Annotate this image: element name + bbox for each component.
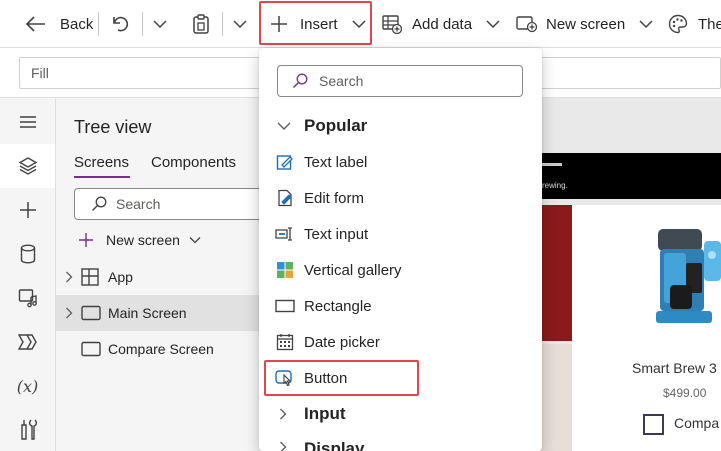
search-icon bbox=[292, 73, 308, 89]
clipboard-icon bbox=[192, 14, 210, 34]
chevron-down-icon bbox=[639, 19, 653, 29]
product-price: $499.00 bbox=[663, 386, 707, 400]
chevron-right-icon bbox=[279, 408, 287, 420]
back-button[interactable]: Back bbox=[26, 0, 93, 48]
database-icon bbox=[20, 244, 36, 264]
text-label-icon bbox=[275, 152, 295, 172]
advanced-tools-rail-button[interactable] bbox=[0, 408, 55, 451]
rectangle-icon bbox=[275, 296, 295, 316]
media-rail-button[interactable] bbox=[0, 276, 55, 320]
product-image bbox=[540, 344, 572, 451]
vertical-gallery-icon bbox=[275, 260, 295, 280]
variables-icon: (x) bbox=[16, 376, 39, 396]
chevron-down-icon bbox=[233, 19, 247, 29]
power-automate-rail-button[interactable] bbox=[0, 320, 55, 364]
menu-item-edit-form[interactable]: Edit form bbox=[259, 180, 542, 216]
tab-components[interactable]: Components bbox=[151, 154, 236, 171]
button-highlight bbox=[264, 360, 419, 396]
panel-title: Tree view bbox=[74, 117, 152, 137]
date-picker-icon bbox=[275, 332, 295, 352]
toolbar-divider bbox=[222, 12, 223, 36]
insert-search-placeholder: Search bbox=[319, 73, 364, 89]
tree-view-panel: Tree view Screens Components Search New … bbox=[56, 98, 260, 451]
compare-checkbox[interactable] bbox=[643, 414, 664, 435]
menu-item-text-label[interactable]: Text label bbox=[259, 144, 542, 180]
tools-icon bbox=[19, 419, 37, 441]
data-rail-button[interactable] bbox=[0, 232, 55, 276]
command-bar: Back Insert Add data New screen The bbox=[0, 0, 721, 48]
plus-icon bbox=[78, 232, 94, 248]
palette-icon bbox=[668, 14, 688, 34]
text-input-icon bbox=[275, 224, 295, 244]
insert-menu: Search Popular Text label Edit form Text… bbox=[259, 48, 542, 451]
menu-item-date-picker[interactable]: Date picker bbox=[259, 324, 542, 360]
tree-search-input[interactable]: Search bbox=[74, 188, 260, 220]
tree-item-compare-screen[interactable]: Compare Screen bbox=[56, 331, 260, 367]
back-arrow-icon bbox=[26, 16, 46, 32]
menu-item-vertical-gallery[interactable]: Vertical gallery bbox=[259, 252, 542, 288]
input-group-header[interactable]: Input bbox=[259, 396, 542, 432]
new-screen-button[interactable]: New screen bbox=[516, 0, 653, 48]
power-automate-icon bbox=[17, 333, 38, 351]
media-icon bbox=[18, 288, 38, 308]
insert-search-input[interactable]: Search bbox=[277, 65, 523, 97]
chevron-right-icon bbox=[65, 307, 73, 319]
left-rail: (x) bbox=[0, 98, 56, 451]
theme-button[interactable]: The bbox=[668, 0, 721, 48]
popular-group-header[interactable]: Popular bbox=[259, 108, 542, 144]
variables-rail-button[interactable]: (x) bbox=[0, 364, 55, 408]
menu-item-text-input[interactable]: Text input bbox=[259, 216, 542, 252]
undo-button[interactable] bbox=[112, 0, 130, 48]
display-group-header[interactable]: Display bbox=[259, 431, 542, 451]
tree-item-app[interactable]: App bbox=[56, 259, 260, 295]
paste-button[interactable] bbox=[192, 0, 210, 48]
toolbar-divider bbox=[142, 12, 143, 36]
product-card: Smart Brew 3 $499.00 Compa bbox=[572, 205, 721, 451]
product-name: Smart Brew 3 bbox=[632, 360, 717, 376]
screen-icon bbox=[81, 341, 101, 357]
chevron-right-icon bbox=[65, 271, 73, 283]
tree-item-main-screen[interactable]: Main Screen bbox=[56, 295, 260, 331]
paste-dropdown-button[interactable] bbox=[233, 0, 247, 48]
add-data-button[interactable]: Add data bbox=[382, 0, 500, 48]
menu-item-rectangle[interactable]: Rectangle bbox=[259, 288, 542, 324]
chevron-right-icon bbox=[279, 441, 287, 451]
app-preview-header-text: rewing. bbox=[542, 181, 568, 190]
layers-icon bbox=[18, 156, 38, 176]
tab-screens[interactable]: Screens bbox=[74, 154, 129, 171]
plus-icon bbox=[19, 201, 37, 219]
undo-dropdown-button[interactable] bbox=[153, 0, 167, 48]
insert-highlight bbox=[259, 1, 372, 45]
screen-icon bbox=[81, 305, 101, 321]
chevron-down-icon bbox=[153, 19, 167, 29]
search-icon bbox=[91, 196, 107, 212]
tree-view-button[interactable] bbox=[0, 144, 55, 188]
toolbar-divider bbox=[98, 12, 99, 36]
coffee-machine-image bbox=[650, 223, 721, 348]
new-screen-link[interactable]: New screen bbox=[78, 230, 201, 250]
database-add-icon bbox=[382, 14, 402, 34]
compare-label: Compa bbox=[674, 415, 720, 431]
active-tab-indicator bbox=[74, 176, 130, 178]
app-logo-fragment bbox=[542, 163, 562, 166]
chevron-down-icon bbox=[189, 236, 201, 244]
new-screen-icon bbox=[516, 15, 538, 33]
chevron-down-icon bbox=[486, 19, 500, 29]
product-image bbox=[540, 205, 572, 341]
hamburger-icon bbox=[19, 115, 37, 129]
edit-form-icon bbox=[275, 188, 295, 208]
app-preview-header: rewing. bbox=[540, 153, 721, 199]
hamburger-menu-button[interactable] bbox=[0, 100, 55, 144]
property-selector-value: Fill bbox=[31, 65, 49, 81]
app-icon bbox=[81, 268, 99, 286]
insert-rail-button[interactable] bbox=[0, 188, 55, 232]
chevron-down-icon bbox=[277, 121, 291, 131]
tree-search-placeholder: Search bbox=[116, 196, 161, 212]
undo-icon bbox=[112, 15, 130, 33]
